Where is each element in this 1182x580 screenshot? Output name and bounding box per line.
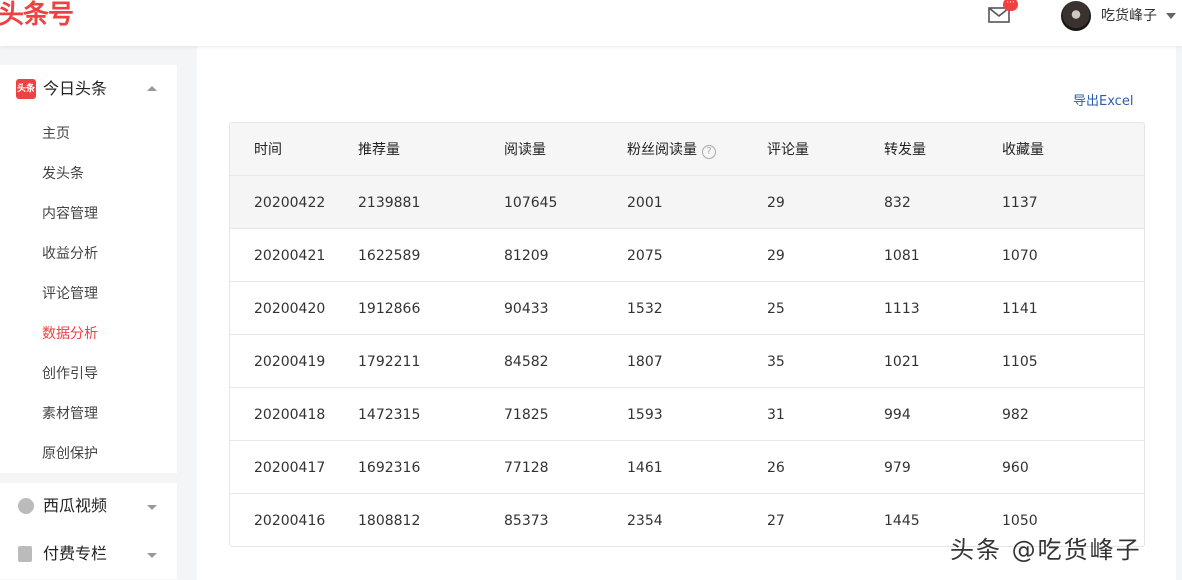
- top-header: 头条号 ··· 吃货峰子: [0, 0, 1182, 46]
- cell-reads: 77128: [504, 460, 549, 476]
- data-table: 时间 推荐量 阅读量 粉丝阅读量? 评论量 转发量 收藏量 20200422 2…: [229, 122, 1145, 547]
- cell-reads: 85373: [504, 513, 549, 529]
- cell-recommend: 1622589: [358, 248, 421, 264]
- sidebar-item-content[interactable]: 内容管理: [42, 204, 98, 224]
- cell-date: 20200417: [254, 460, 326, 476]
- sidebar-block-toutiao: 头条 今日头条 主页 发头条 内容管理 收益分析 评论管理 数据分析 创作引导 …: [0, 65, 177, 473]
- cell-comments: 27: [767, 513, 785, 529]
- cell-recommend: 1912866: [358, 301, 421, 317]
- cell-comments: 25: [767, 301, 785, 317]
- column-header-fan-reads: 粉丝阅读量?: [627, 140, 716, 160]
- cell-date: 20200418: [254, 407, 326, 423]
- cell-recommend: 1808812: [358, 513, 421, 529]
- cell-recommend: 1792211: [358, 354, 421, 370]
- cell-shares: 832: [884, 195, 911, 211]
- sidebar-item-home[interactable]: 主页: [42, 124, 70, 144]
- sidebar-block-title: 今日头条: [43, 79, 108, 98]
- column-header: 阅读量: [504, 142, 546, 158]
- cell-fan-reads: 1532: [627, 301, 663, 317]
- cell-shares: 1113: [884, 301, 920, 317]
- sidebar-item-comments[interactable]: 评论管理: [42, 284, 98, 304]
- cell-fan-reads: 2001: [627, 195, 663, 211]
- column-header: 时间: [254, 142, 282, 158]
- cell-date: 20200419: [254, 354, 326, 370]
- sidebar-item-original[interactable]: 原创保护: [42, 444, 98, 464]
- cell-comments: 26: [767, 460, 785, 476]
- cell-comments: 35: [767, 354, 785, 370]
- cell-recommend: 1692316: [358, 460, 421, 476]
- cell-date: 20200420: [254, 301, 326, 317]
- toutiao-icon: 头条: [16, 79, 36, 99]
- cell-favorites: 1105: [1002, 354, 1038, 370]
- cell-reads: 71825: [504, 407, 549, 423]
- sidebar: 头条 今日头条 主页 发头条 内容管理 收益分析 评论管理 数据分析 创作引导 …: [0, 65, 177, 579]
- column-icon: [18, 546, 32, 562]
- cell-shares: 1445: [884, 513, 920, 529]
- cell-favorites: 960: [1002, 460, 1029, 476]
- cell-recommend: 2139881: [358, 195, 421, 211]
- cell-fan-reads: 1461: [627, 460, 663, 476]
- watermark: 头条 @吃货峰子: [950, 536, 1142, 564]
- cell-shares: 1021: [884, 354, 920, 370]
- table-row: 20200418 1472315 71825 1593 31 994 982: [230, 388, 1144, 441]
- cell-reads: 107645: [504, 195, 558, 211]
- sidebar-block-title: 西瓜视频: [43, 496, 108, 515]
- cell-fan-reads: 1807: [627, 354, 663, 370]
- table-row: 20200420 1912866 90433 1532 25 1113 1141: [230, 282, 1144, 335]
- logo[interactable]: 头条号: [0, 0, 74, 32]
- cell-favorites: 982: [1002, 407, 1029, 423]
- sidebar-item-revenue[interactable]: 收益分析: [42, 244, 98, 264]
- help-icon[interactable]: ?: [702, 145, 716, 159]
- cell-favorites: 1070: [1002, 248, 1038, 264]
- cell-comments: 29: [767, 195, 785, 211]
- sidebar-block-xigua[interactable]: 西瓜视频: [0, 483, 177, 531]
- avatar[interactable]: [1061, 1, 1091, 31]
- cell-fan-reads: 2075: [627, 248, 663, 264]
- cell-date: 20200422: [254, 195, 326, 211]
- chevron-down-icon[interactable]: [147, 553, 157, 558]
- cell-date: 20200416: [254, 513, 326, 529]
- cell-comments: 29: [767, 248, 785, 264]
- chevron-down-icon[interactable]: [147, 505, 157, 510]
- cell-comments: 31: [767, 407, 785, 423]
- cell-reads: 84582: [504, 354, 549, 370]
- sidebar-block-header[interactable]: 头条 今日头条: [0, 65, 177, 113]
- cell-shares: 994: [884, 407, 911, 423]
- column-header: 推荐量: [358, 142, 400, 158]
- sidebar-item-materials[interactable]: 素材管理: [42, 404, 98, 424]
- table-row: 20200419 1792211 84582 1807 35 1021 1105: [230, 335, 1144, 388]
- table-row: 20200422 2139881 107645 2001 29 832 1137: [230, 176, 1144, 229]
- cell-recommend: 1472315: [358, 407, 421, 423]
- chevron-down-icon[interactable]: [1166, 13, 1176, 19]
- table-row: 20200417 1692316 77128 1461 26 979 960: [230, 441, 1144, 494]
- cell-fan-reads: 2354: [627, 513, 663, 529]
- cell-shares: 1081: [884, 248, 920, 264]
- sidebar-item-publish[interactable]: 发头条: [42, 164, 84, 184]
- cell-reads: 81209: [504, 248, 549, 264]
- username[interactable]: 吃货峰子: [1101, 7, 1157, 25]
- export-excel-link[interactable]: 导出Excel: [1073, 92, 1133, 112]
- column-header: 评论量: [767, 142, 809, 158]
- table-header-row: 时间 推荐量 阅读量 粉丝阅读量? 评论量 转发量 收藏量: [230, 123, 1144, 176]
- column-header: 收藏量: [1002, 142, 1044, 158]
- column-header: 转发量: [884, 142, 926, 158]
- cell-date: 20200421: [254, 248, 326, 264]
- notification-badge: ···: [1003, 0, 1018, 11]
- table-row: 20200421 1622589 81209 2075 29 1081 1070: [230, 229, 1144, 282]
- sidebar-item-analytics[interactable]: 数据分析: [42, 324, 98, 344]
- cell-favorites: 1137: [1002, 195, 1038, 211]
- cell-favorites: 1050: [1002, 513, 1038, 529]
- column-header: 粉丝阅读量: [627, 142, 697, 158]
- cell-favorites: 1141: [1002, 301, 1038, 317]
- sidebar-block-paid-column[interactable]: 付费专栏: [0, 531, 177, 579]
- xigua-icon: [18, 498, 34, 514]
- sidebar-block-title: 付费专栏: [43, 544, 108, 563]
- sidebar-item-guide[interactable]: 创作引导: [42, 364, 98, 384]
- cell-shares: 979: [884, 460, 911, 476]
- cell-fan-reads: 1593: [627, 407, 663, 423]
- cell-reads: 90433: [504, 301, 549, 317]
- chevron-up-icon[interactable]: [147, 86, 157, 91]
